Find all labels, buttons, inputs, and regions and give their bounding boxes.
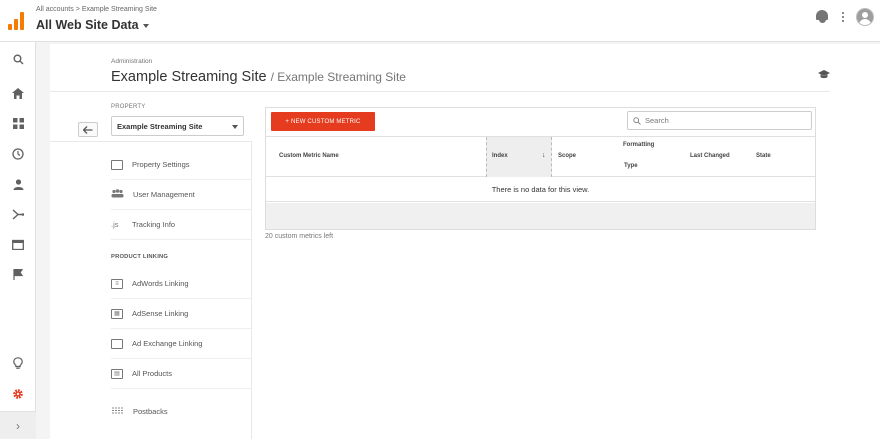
audience-person-icon[interactable] [0, 173, 36, 195]
col-formatting[interactable]: Formatting [623, 142, 654, 148]
column-border [251, 142, 252, 439]
page-title: Example Streaming Site / Example Streami… [111, 69, 406, 85]
menu-item-label: Property Settings [132, 160, 190, 169]
page-title-main: Example Streaming Site [111, 69, 267, 85]
customization-icon[interactable] [0, 112, 36, 134]
menu-item-label: Ad Exchange Linking [132, 339, 203, 348]
col-index[interactable]: Index [492, 153, 508, 159]
col-type[interactable]: Type [624, 163, 638, 169]
postbacks-icon [111, 406, 124, 417]
property-settings-icon [111, 159, 123, 170]
property-selector-section: PROPERTY Example Streaming Site [111, 104, 251, 136]
breadcrumb: All accounts > Example Streaming Site [36, 6, 157, 13]
breadcrumb-site[interactable]: Example Streaming Site [82, 6, 157, 13]
view-selector[interactable]: All Web Site Data [36, 18, 149, 32]
admin-gear-icon[interactable] [0, 383, 36, 405]
admin-label: Administration [111, 58, 153, 65]
breadcrumb-separator: > [75, 6, 80, 13]
chevron-down-icon [232, 124, 238, 129]
graduation-cap-icon[interactable] [818, 70, 830, 82]
table-footer [266, 203, 815, 229]
expand-nav-chevron-icon[interactable]: › [0, 411, 36, 439]
behavior-calendar-icon[interactable] [0, 233, 36, 255]
col-custom-metric-name[interactable]: Custom Metric Name [279, 153, 339, 159]
search-input[interactable]: Search [627, 111, 812, 130]
menu-item-postbacks[interactable]: Postbacks [111, 396, 251, 426]
property-label: PROPERTY [111, 104, 146, 110]
menu-item-ad-exchange-linking[interactable]: Ad Exchange Linking [111, 329, 251, 359]
notifications-icon[interactable] [814, 10, 830, 24]
realtime-clock-icon[interactable] [0, 143, 36, 165]
home-icon[interactable] [0, 82, 36, 104]
custom-metrics-table: + NEW CUSTOM METRIC Search Custom Metric… [265, 107, 816, 230]
nav-rail: › [0, 42, 36, 439]
menu-item-label: AdWords Linking [132, 279, 189, 288]
more-options-icon[interactable] [842, 12, 844, 22]
new-custom-metric-button[interactable]: + NEW CUSTOM METRIC [271, 112, 375, 131]
menu-item-adsense-linking[interactable]: ▦ AdSense Linking [111, 299, 251, 329]
menu-item-property-settings[interactable]: Property Settings [111, 150, 251, 180]
admin-header: Administration Example Streaming Site / … [50, 44, 830, 92]
search-icon[interactable] [0, 48, 36, 70]
users-icon [111, 189, 124, 200]
header-actions [814, 8, 880, 26]
menu-item-label: User Management [133, 190, 195, 199]
all-products-icon: ▤ [111, 368, 123, 379]
menu-item-tracking-info[interactable]: .js Tracking Info [111, 210, 251, 240]
search-placeholder: Search [645, 116, 669, 125]
product-linking-heading: PRODUCT LINKING [111, 254, 169, 260]
empty-message: There is no data for this view. [266, 178, 815, 202]
lightbulb-icon[interactable] [0, 352, 36, 374]
table-header: Custom Metric Name Index ↓ Scope Formatt… [266, 136, 815, 177]
conversions-flag-icon[interactable] [0, 263, 36, 285]
menu-item-label: AdSense Linking [132, 309, 189, 318]
breadcrumb-accounts[interactable]: All accounts [36, 6, 74, 13]
menu-item-label: All Products [132, 369, 173, 378]
property-selected: Example Streaming Site [117, 121, 203, 131]
col-last-changed[interactable]: Last Changed [690, 153, 730, 159]
admin-panel: Administration Example Streaming Site / … [50, 44, 880, 439]
ad-exchange-icon [111, 338, 123, 349]
js-icon: .js [111, 220, 119, 229]
sort-arrow-icon[interactable]: ↓ [542, 152, 546, 159]
property-dropdown[interactable]: Example Streaming Site [111, 116, 244, 136]
adsense-icon: ▦ [111, 308, 123, 319]
search-icon [633, 116, 641, 125]
metrics-remaining: 20 custom metrics left [265, 233, 334, 240]
page-title-sub: / Example Streaming Site [270, 70, 406, 84]
menu-item-adwords-linking[interactable]: ≡ AdWords Linking [111, 269, 251, 299]
top-bar: All accounts > Example Streaming Site All … [0, 0, 880, 42]
acquisition-icon[interactable] [0, 203, 36, 225]
menu-item-all-products[interactable]: ▤ All Products [111, 359, 251, 389]
analytics-logo-icon[interactable] [7, 10, 25, 30]
menu-item-label: Postbacks [133, 406, 168, 416]
menu-item-user-management[interactable]: User Management [111, 180, 251, 210]
col-state[interactable]: State [756, 153, 771, 159]
back-arrow-button[interactable] [78, 122, 98, 137]
avatar[interactable] [856, 8, 874, 26]
chevron-down-icon [142, 23, 149, 28]
view-title: All Web Site Data [36, 18, 139, 32]
column-divider [50, 141, 252, 142]
col-scope[interactable]: Scope [558, 153, 576, 159]
menu-item-label: Tracking Info [132, 220, 176, 229]
adwords-icon: ≡ [111, 278, 123, 289]
